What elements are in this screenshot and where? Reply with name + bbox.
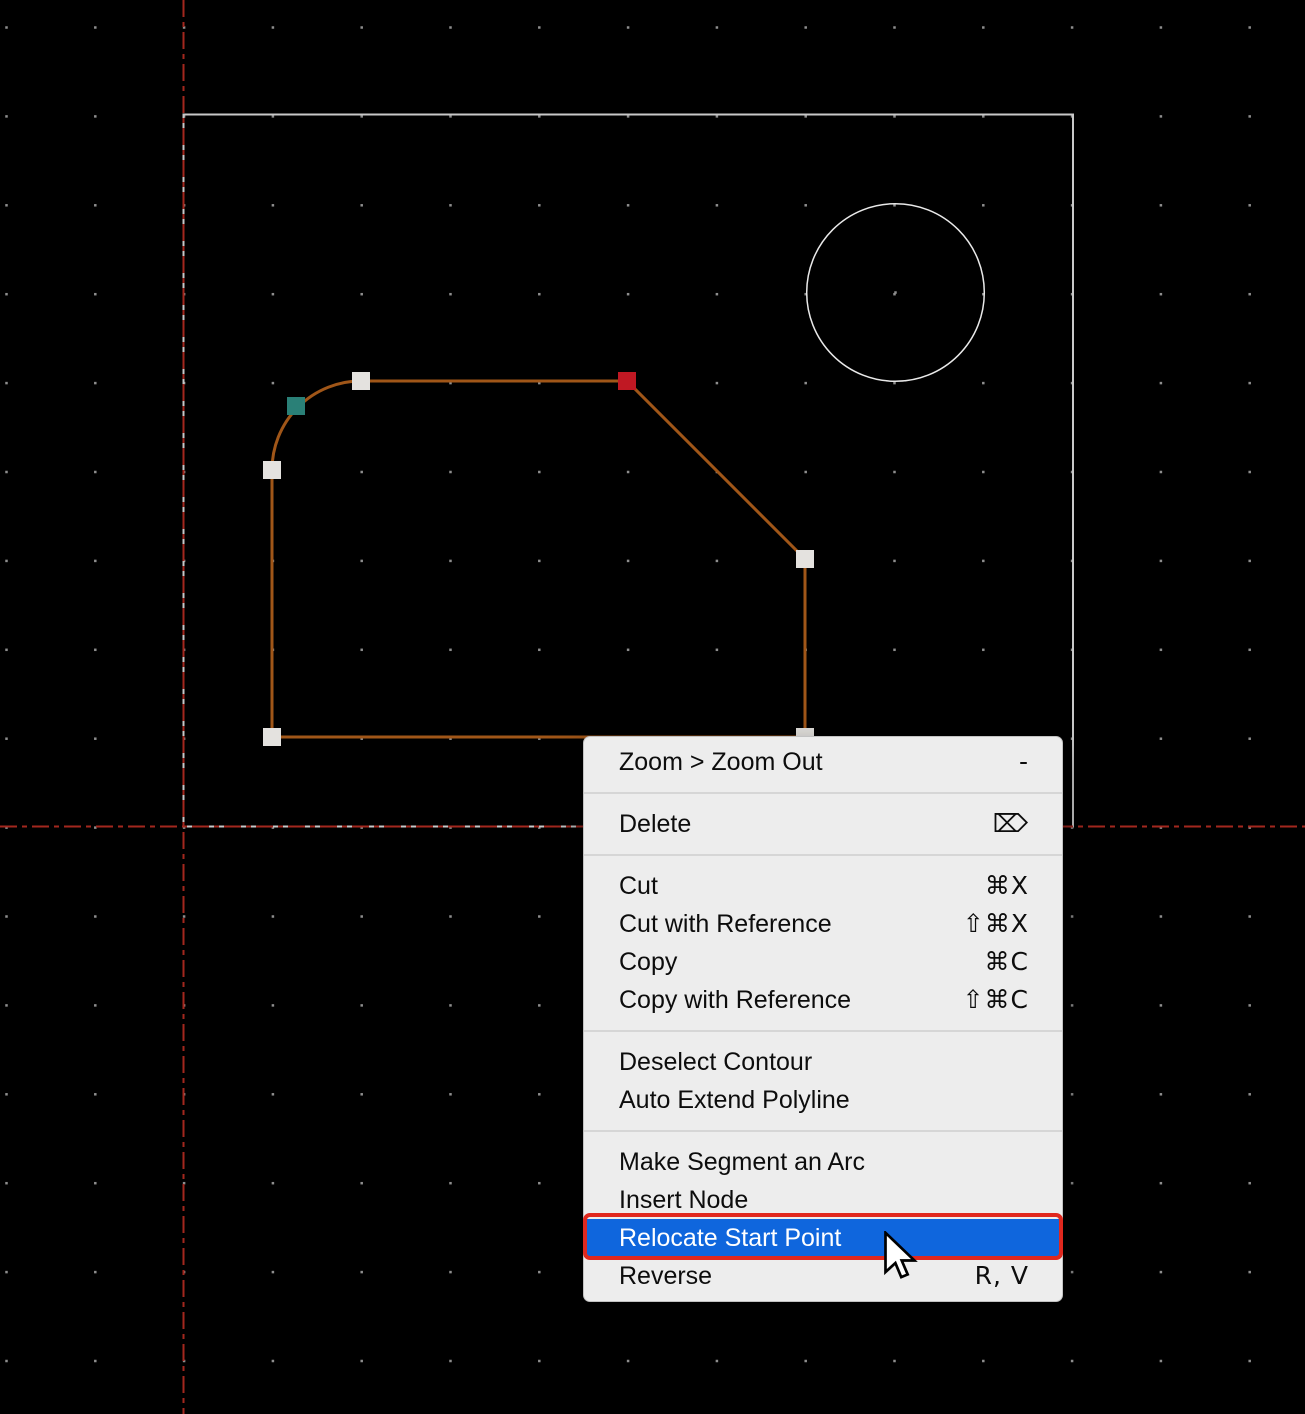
menu-item-shortcut: ⇧⌘X (963, 905, 1029, 943)
menu-item-cut[interactable]: Cut ⌘X (584, 867, 1062, 905)
node-left-tangent[interactable] (263, 461, 281, 479)
app-canvas: Zoom > Zoom Out-Delete⌦Cut⌘XCut with Ref… (0, 0, 1305, 1414)
menu-item-shortcut: ⌘C (985, 943, 1029, 981)
menu-item-shortcut: ⌘X (985, 867, 1029, 905)
node-right[interactable] (796, 550, 814, 568)
menu-item-delete[interactable]: Delete ⌦ (584, 805, 1062, 843)
menu-item-zoom-zoom-out[interactable]: Zoom > Zoom Out - (584, 743, 1062, 781)
node-top-tangent[interactable] (352, 372, 370, 390)
menu-item-insert-node[interactable]: Insert Node (584, 1181, 1062, 1219)
menu-item-label: Copy (619, 943, 677, 981)
menu-item-label: Delete (619, 805, 691, 843)
menu-separator (584, 1019, 1062, 1043)
menu-separator (584, 781, 1062, 805)
node-bottom-left[interactable] (263, 728, 281, 746)
menu-item-label: Insert Node (619, 1181, 748, 1219)
menu-item-relocate-start-point[interactable]: Relocate Start Point (584, 1219, 1062, 1257)
menu-item-copy-with-reference[interactable]: Copy with Reference ⇧⌘C (584, 981, 1062, 1019)
workspace-boundary (184, 115, 1074, 827)
menu-item-shortcut: R, V (975, 1257, 1029, 1295)
menu-item-shortcut: - (1019, 743, 1029, 781)
menu-item-label: Copy with Reference (619, 981, 851, 1019)
menu-item-shortcut: ⌦ (993, 805, 1029, 843)
menu-separator (584, 843, 1062, 867)
node-start-point[interactable] (618, 372, 636, 390)
menu-item-make-segment-an-arc[interactable]: Make Segment an Arc (584, 1143, 1062, 1181)
selected-polyline-contour[interactable] (272, 381, 805, 737)
menu-item-label: Make Segment an Arc (619, 1143, 865, 1181)
menu-item-label: Deselect Contour (619, 1043, 812, 1081)
menu-item-label: Cut (619, 867, 658, 905)
menu-item-reverse[interactable]: Reverse R, V (584, 1257, 1062, 1295)
menu-item-label: Zoom > Zoom Out (619, 743, 823, 781)
menu-item-deselect-contour[interactable]: Deselect Contour (584, 1043, 1062, 1081)
menu-item-label: Cut with Reference (619, 905, 832, 943)
node-arc-midpoint[interactable] (287, 397, 305, 415)
menu-item-shortcut: ⇧⌘C (963, 981, 1029, 1019)
menu-separator (584, 1119, 1062, 1143)
menu-item-label: Auto Extend Polyline (619, 1081, 850, 1119)
menu-item-label: Relocate Start Point (619, 1219, 841, 1257)
menu-item-copy[interactable]: Copy ⌘C (584, 943, 1062, 981)
circle-center-dot (894, 291, 897, 294)
menu-item-cut-with-reference[interactable]: Cut with Reference ⇧⌘X (584, 905, 1062, 943)
menu-item-label: Reverse (619, 1257, 712, 1295)
menu-item-auto-extend-polyline[interactable]: Auto Extend Polyline (584, 1081, 1062, 1119)
context-menu: Zoom > Zoom Out-Delete⌦Cut⌘XCut with Ref… (583, 736, 1063, 1302)
